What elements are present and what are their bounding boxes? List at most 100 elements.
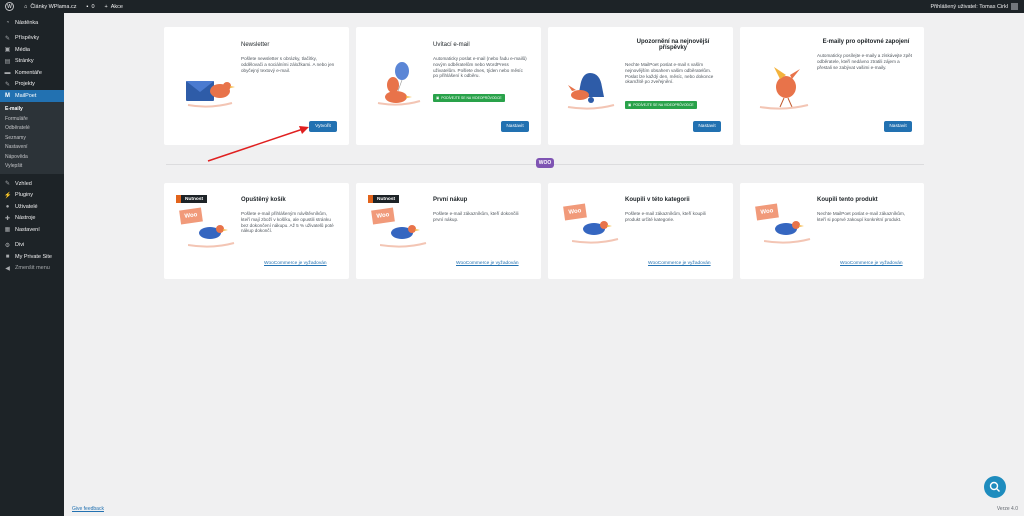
purchased-product-card: Woo Koupili tento produkt Nechte MailPoe…	[740, 183, 924, 279]
account-greeting: Přihlášený uživatel: Tomas Cirkl	[930, 3, 1008, 10]
plus-icon: +	[104, 3, 108, 10]
wp-logo-menu[interactable]: W	[0, 2, 19, 11]
menu-collapse[interactable]: ◀ Zmenšit menu	[0, 263, 64, 275]
menu-comments[interactable]: ▬ Komentáře	[0, 67, 64, 79]
abandoned-cart-card: Nutnost Woo Opuštěný košík Pošlete e-mai…	[164, 183, 349, 279]
woocommerce-required-link[interactable]: WooCommerce je vyžadován	[648, 261, 711, 266]
comments-count: 0	[91, 3, 95, 10]
woo-bird-illustration: Woo	[563, 203, 620, 245]
menu-label: Vzhled	[15, 180, 32, 187]
card-title: Uvítací e-mail	[433, 42, 470, 48]
woocommerce-required-link[interactable]: WooCommerce je vyžadován	[456, 261, 519, 266]
card-title: První nákup	[433, 197, 468, 203]
premium-badge: Nutnost	[176, 195, 208, 203]
menu-label: MailPoet	[15, 92, 37, 99]
site-name-link[interactable]: ⌂ Články WPlama.cz	[19, 4, 81, 10]
new-content-link[interactable]: + Akce	[100, 4, 128, 10]
menu-mailpoet[interactable]: M MailPoet	[0, 90, 64, 102]
submenu-subscribers[interactable]: Odběratelé	[0, 124, 64, 134]
menu-plugins[interactable]: ⚡ Pluginy	[0, 190, 64, 202]
bell-bird-illustration	[567, 73, 615, 110]
video-icon: ▣	[436, 96, 440, 100]
pages-icon: ▤	[4, 58, 11, 65]
setup-welcome-email-button[interactable]: Nastavit	[501, 121, 529, 132]
card-description: Nechte MailPoet poslat e-mail s vaším ne…	[625, 62, 714, 85]
submenu-settings[interactable]: Nastavení	[0, 143, 64, 153]
welcome-email-card: Uvítací e-mail Automaticky poslat e-mail…	[356, 27, 541, 145]
menu-users[interactable]: ● Uživatelé	[0, 201, 64, 213]
media-icon: ▣	[4, 47, 11, 54]
mailpoet-icon: M	[5, 92, 10, 99]
admin-bar: W ⌂ Články WPlama.cz ▪ 0 + Akce Přihlášený …	[0, 0, 1024, 13]
menu-label: Pluginy	[15, 192, 34, 199]
card-description: Nechte MailPoet poslat e-mail zákazníkům…	[817, 211, 906, 222]
card-description: Pošlete e-mail zákazníkům, kteří dokonči…	[433, 211, 519, 222]
card-title: Newsletter	[241, 42, 270, 48]
menu-label: Projekty	[15, 81, 35, 88]
post-notification-card: Upozornění na nejnovější příspěvky Necht…	[548, 27, 733, 145]
re-engagement-card: E-maily pro opětovné zapojení Automatick…	[740, 27, 924, 145]
submenu-help[interactable]: Nápověda	[0, 152, 64, 162]
menu-label: Média	[15, 46, 30, 53]
card-description: Pošlete newsletter s obrázky, tlačítky, …	[241, 56, 335, 73]
collapse-icon: ◀	[5, 265, 10, 272]
submenu-forms[interactable]: Formuláře	[0, 114, 64, 124]
version-label: Verze 4.0	[996, 506, 1018, 512]
bird-illustration	[759, 67, 809, 110]
menu-label: Uživatelé	[15, 203, 38, 210]
woocommerce-logo: WOO	[536, 158, 554, 168]
woo-bird-illustration: Woo	[371, 207, 428, 249]
premium-badge: Nutnost	[368, 195, 400, 203]
wordpress-icon: W	[5, 2, 14, 11]
menu-label: Příspěvky	[15, 35, 40, 42]
menu-tools[interactable]: ✚ Nástroje	[0, 213, 64, 225]
envelope-bird-illustration	[186, 81, 235, 108]
menu-label: Stránky	[15, 58, 34, 65]
card-title: Koupili v této kategorii	[625, 197, 690, 203]
setup-post-notification-button[interactable]: Nastavit	[693, 121, 721, 132]
woo-bird-illustration: Woo	[179, 207, 236, 249]
card-description: Pošlete e-mail přihlášeným návštěvníkům,…	[241, 211, 334, 234]
menu-media[interactable]: ▣ Média	[0, 44, 64, 56]
comment-icon: ▪	[86, 3, 89, 10]
card-title: Koupili tento produkt	[817, 197, 878, 203]
menu-label: Nástěnka	[15, 19, 39, 26]
woocommerce-required-link[interactable]: WooCommerce je vyžadován	[264, 261, 327, 266]
menu-label: Zmenšit menu	[15, 265, 50, 272]
menu-label: Divi	[15, 242, 25, 249]
menu-dashboard[interactable]: ◔ Nástěnka	[0, 17, 64, 29]
video-guide-button[interactable]: ▣ PODÍVEJTE SE NA VIDEOPRŮVODCE	[625, 101, 697, 109]
video-guide-button[interactable]: ▣ PODÍVEJTE SE NA VIDEOPRŮVODCE	[433, 94, 505, 102]
video-guide-label: PODÍVEJTE SE NA VIDEOPRŮVODCE	[633, 103, 694, 107]
users-icon: ●	[5, 203, 10, 210]
submenu-lists[interactable]: Seznamy	[0, 133, 64, 143]
video-icon: ▣	[628, 103, 632, 107]
give-feedback-link[interactable]: Give feedback	[72, 506, 104, 512]
menu-my-private-site[interactable]: ■ My Private Site	[0, 251, 64, 263]
woo-bird-illustration: Woo	[755, 203, 812, 245]
menu-label: Nástroje	[15, 215, 36, 222]
balloon-bird-illustration	[377, 62, 421, 106]
menu-pages[interactable]: ▤ Stránky	[0, 56, 64, 68]
dashboard-icon: ◔	[5, 19, 10, 26]
menu-appearance[interactable]: ✎ Vzhled	[0, 178, 64, 190]
menu-posts[interactable]: ✎ Příspěvky	[0, 33, 64, 45]
submenu-upgrade[interactable]: Vylepšit	[0, 162, 64, 172]
pin-icon: ✎	[4, 81, 11, 88]
comments-link[interactable]: ▪ 0	[81, 4, 99, 10]
plugins-icon: ⚡	[4, 192, 12, 199]
card-title: Opuštěný košík	[241, 197, 286, 203]
menu-projects[interactable]: ✎ Projekty	[0, 79, 64, 91]
video-guide-label: PODÍVEJTE SE NA VIDEOPRŮVODCE	[441, 96, 502, 100]
woocommerce-required-link[interactable]: WooCommerce je vyžadován	[840, 261, 903, 266]
help-beacon-button[interactable]	[984, 476, 1006, 498]
create-newsletter-button[interactable]: Vytvořit	[309, 121, 337, 132]
settings-icon: ▦	[4, 227, 11, 234]
menu-settings[interactable]: ▦ Nastavení	[0, 224, 64, 236]
lock-icon: ■	[5, 253, 10, 260]
avatar	[1011, 3, 1018, 10]
account-menu[interactable]: Přihlášený uživatel: Tomas Cirkl	[930, 3, 1024, 10]
submenu-emails[interactable]: E-maily	[0, 105, 64, 115]
setup-re-engagement-button[interactable]: Nastavit	[884, 121, 912, 132]
menu-divi[interactable]: ⚙ Divi	[0, 240, 64, 252]
